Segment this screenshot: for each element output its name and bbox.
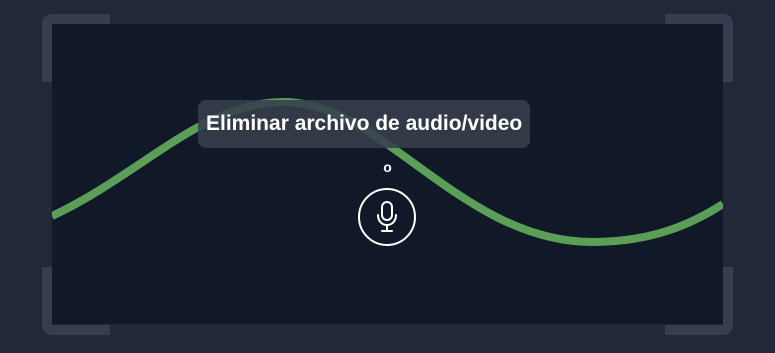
delete-recording-tooltip: Eliminar archivo de audio/video bbox=[198, 100, 531, 148]
microphone-icon bbox=[377, 201, 397, 232]
recording-area: Eliminar archivo de audio/video o bbox=[52, 24, 723, 324]
microphone-button[interactable] bbox=[358, 188, 416, 246]
recording-counter: o bbox=[383, 159, 392, 175]
recorder-page: Eliminar archivo de audio/video o bbox=[0, 0, 775, 353]
